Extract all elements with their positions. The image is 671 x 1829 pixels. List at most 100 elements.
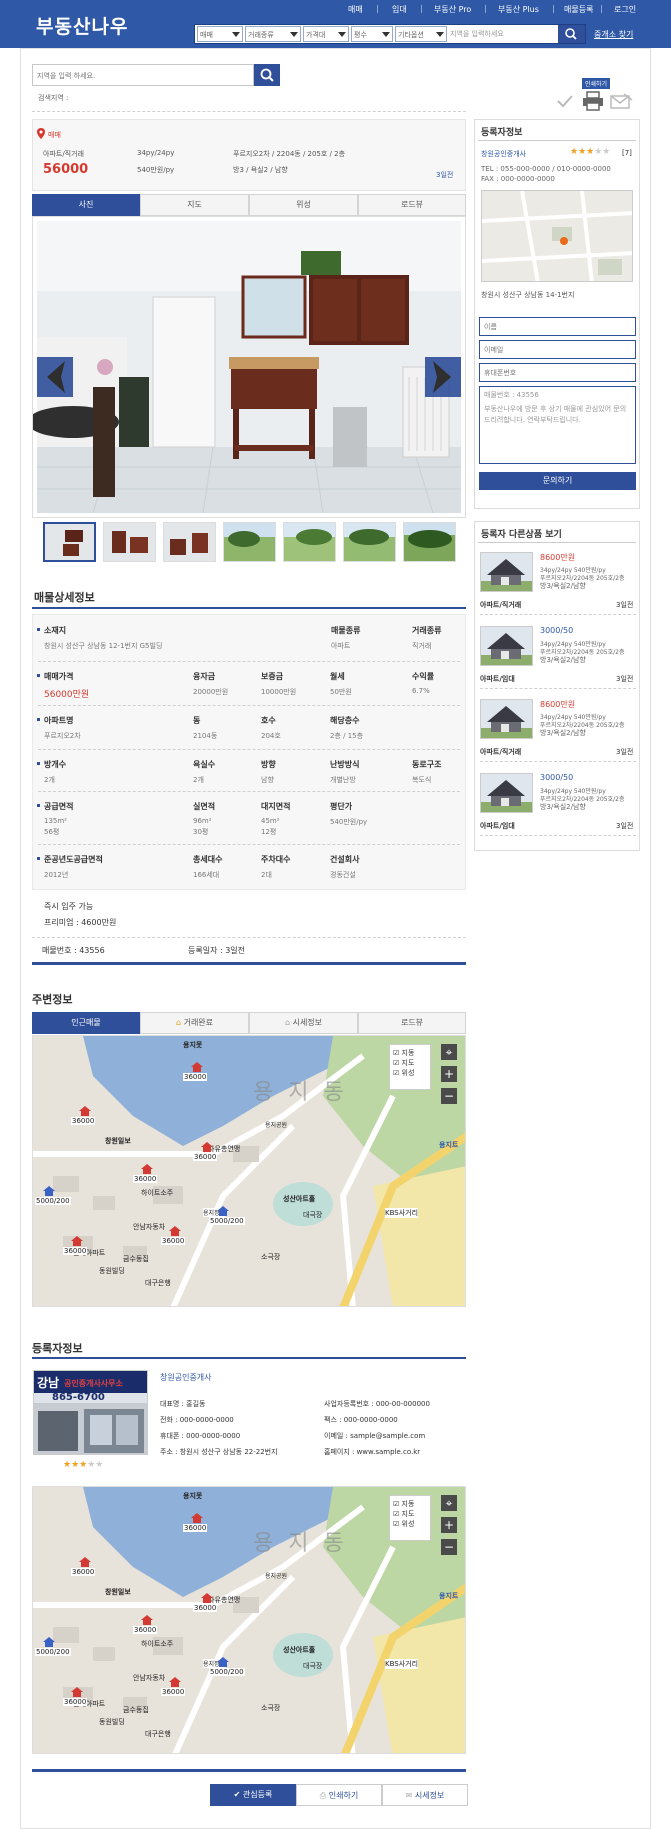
zoom-out-icon[interactable]: − [441,1088,457,1104]
thumbnail-5[interactable] [283,522,336,562]
nav-plus[interactable]: 부동산 Plus [498,4,539,15]
chevron-down-icon [232,32,240,37]
detail-value: 2대 [261,871,272,879]
mail-icon[interactable] [610,92,634,110]
filter-trade-type[interactable]: 거래종류 [245,26,301,42]
tab-roadview[interactable]: 로드뷰 [358,194,466,216]
map-label: 성산아트홀 [283,1646,316,1654]
other-listing-item[interactable]: 8600만원 34py/24py 540만원/py 푸르지오2차/2204동 205… [480,552,636,620]
other-listing-item[interactable]: 3000/50 34py/24py 540만원/py 푸르지오2차/2204동 20… [480,773,636,841]
map-label: 동원빌딩 [99,1267,125,1275]
divider [32,937,466,938]
chevron-down-icon [338,32,346,37]
tab-satellite[interactable]: 위성 [249,194,358,216]
layer-checkbox[interactable]: ☑ 지동 [393,1048,427,1058]
location-icon[interactable]: ⌖ [441,1495,457,1511]
office-photo: 강남 공인중개사사무소 865-6700 [33,1370,148,1455]
zoom-in-icon[interactable]: + [441,1517,457,1533]
nav-register[interactable]: 매물등록 [564,4,593,15]
thumbnail-4[interactable] [223,522,276,562]
tab-market-price[interactable]: ⌂ 시세정보 [249,1012,358,1034]
filter-options[interactable]: 기타옵션 [395,26,447,42]
office-sign-subtext: 공인중개사사무소 [64,1379,123,1388]
registration-date: 등록일자 : 3일전 [188,946,246,955]
map-label: 소극장 [261,1253,281,1261]
detail-value: 50만원 [330,688,352,696]
filter-size[interactable]: 평수 [351,26,393,42]
map-label: 용지못 [183,1492,203,1500]
thumbnail-7[interactable] [403,522,456,562]
layer-checkbox[interactable]: ☑ 위성 [393,1519,427,1529]
inquiry-submit-button[interactable]: 문의하기 [479,472,636,490]
house-marker-icon [201,1142,213,1152]
favorite-button[interactable]: ✔ 관심등록 [210,1784,296,1806]
location-icon[interactable]: ⌖ [441,1044,457,1060]
nav-pro[interactable]: 부동산 Pro [434,4,471,15]
prev-photo-button[interactable] [37,357,73,397]
inquiry-phone-input[interactable]: 휴대폰번호 [479,363,636,382]
thumbnail-6[interactable] [343,522,396,562]
nav-sale[interactable]: 매매 [348,4,363,15]
check-icon[interactable] [556,94,574,108]
arrow-left-icon [47,361,65,393]
print-icon[interactable] [582,91,604,111]
region-search-input[interactable]: 지역을 입력 하세요. [32,64,254,86]
map-price-label: 36000 [193,1153,218,1161]
tab-map[interactable]: 지도 [140,194,249,216]
agent-rating-stars: ★★★★★ [63,1460,104,1470]
inquiry-message-line1: 매물번호 : 43556 [484,391,539,399]
tab-photo[interactable]: 사진 [32,194,140,216]
zoom-in-icon[interactable]: + [441,1066,457,1082]
listing-number: 매물번호 : 43556 [42,946,105,955]
thumbnail-2[interactable] [103,522,156,562]
header-search-button[interactable] [558,25,585,43]
next-photo-button[interactable] [425,357,461,397]
agent-office-name[interactable]: 창원공인중개사 [160,1372,212,1383]
other-listing-date: 3일전 [616,675,634,683]
detail-label: 융자금 [193,672,216,681]
detail-label: 동 [193,716,201,725]
layer-label: 위성 [401,1520,415,1528]
tab-nearby-listings[interactable]: 인근매물 [32,1012,140,1034]
inquiry-email-input[interactable]: 이메일 [479,340,636,359]
inquiry-message-textarea[interactable]: 매물번호 : 43556 부동산나우에 방문 후 상기 매물에 관심있어 문의 … [479,386,636,464]
print-button[interactable]: ⎙ 인쇄하기 [296,1784,382,1806]
agent-fax: 팩스 : 000-0000-0000 [324,1416,398,1424]
sidebar-mini-map[interactable] [481,190,633,282]
map-price-label: 5000/200 [35,1648,71,1656]
agent-map[interactable]: 용지못 용 지 동 창원일보 자유총연맹 용지공원 성산아트홀 대극장 소극장 KBS사거리 현대… [32,1486,466,1754]
layer-checkbox[interactable]: ☑ 위성 [393,1068,427,1078]
nearby-map[interactable]: 용지못 용 지 동 창원일보 자유총연맹 용지공원 성산아트홀 대극장 소극장 KBS사거리 현대… [32,1035,466,1307]
header-search-input[interactable]: 지역을 입력하세요 [450,29,504,39]
nav-login[interactable]: 로그인 [614,4,636,15]
layer-checkbox[interactable]: ☑ 지도 [393,1058,427,1068]
zoom-out-icon[interactable]: − [441,1539,457,1555]
other-listing-item[interactable]: 8600만원 34py/24py 540만원/py 푸르지오2차/2204동 205… [480,699,636,767]
broker-find-link[interactable]: 중개소 찾기 [594,29,633,40]
detail-value: 2012년 [44,871,69,879]
map-label: 하이트소주 [141,1640,174,1648]
region-search-button[interactable] [254,64,280,86]
thumbnail-3[interactable] [163,522,216,562]
filter-price[interactable]: 가격대 [303,26,349,42]
other-listing-item[interactable]: 3000/50 34py/24py 540만원/py 푸르지오2차/2204동 20… [480,626,636,694]
tab-completed[interactable]: ⌂ 거래완료 [140,1012,249,1034]
detail-value-pyeong: 30평 [193,828,209,836]
other-listing-price: 8600만원 [540,700,576,709]
filter-sale[interactable]: 매매 [197,26,243,42]
layer-checkbox[interactable]: ☑ 지동 [393,1499,427,1509]
layer-checkbox[interactable]: ☑ 지도 [393,1509,427,1519]
nav-rent[interactable]: 임대 [392,4,407,15]
detail-value: 204호 [261,732,281,740]
market-info-button[interactable]: ✉ 시세정보 [382,1784,468,1806]
bullet-icon [37,674,40,677]
map-canvas[interactable]: 용지못 용 지 동 창원일보 자유총연맹 용지공원 성산아트홀 대극장 소극장 KBS사거리 현대… [32,1035,466,1307]
inquiry-name-input[interactable]: 이름 [479,317,636,336]
logo[interactable]: 부동산나우 [36,12,128,39]
sidebar-office-name[interactable]: 창원공인중개사 [481,149,526,159]
detail-value-pyeong: 12평 [261,828,277,836]
map-canvas[interactable]: 용지못 용 지 동 창원일보 자유총연맹 용지공원 성산아트홀 대극장 소극장 KBS사거리 현대… [32,1486,466,1754]
house-thumbnail [480,699,533,739]
thumbnail-1[interactable] [43,522,96,562]
tab-roadview-nearby[interactable]: 로드뷰 [358,1012,466,1034]
